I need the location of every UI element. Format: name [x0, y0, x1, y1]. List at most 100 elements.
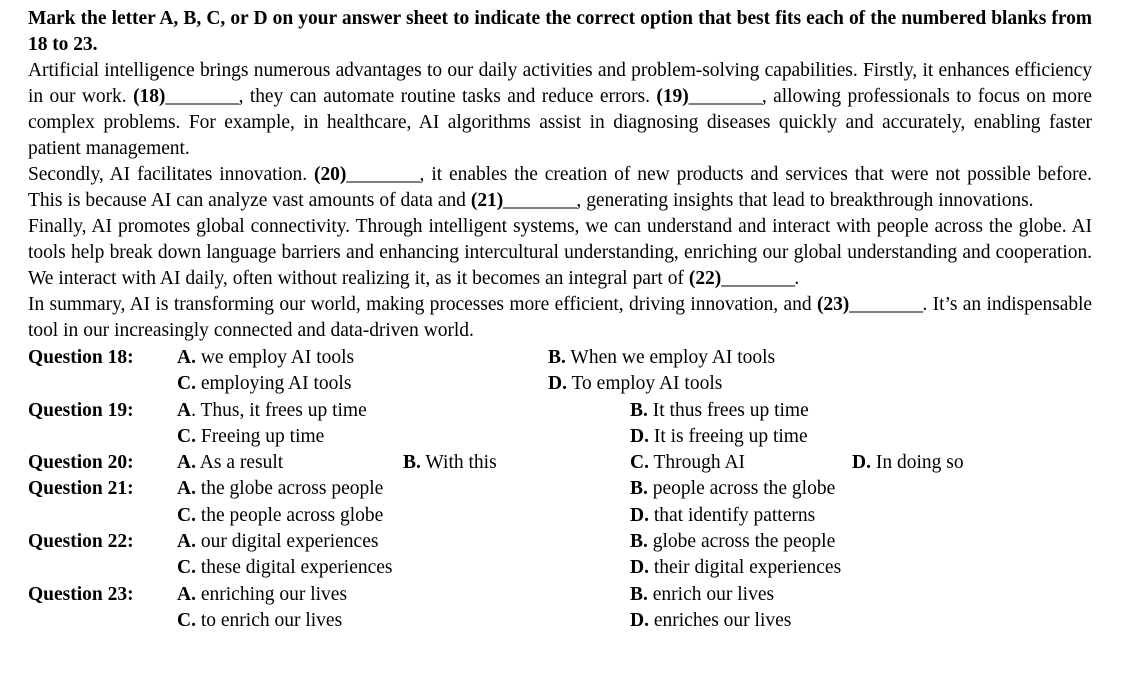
- question-row-18: Question 18: A. we employ AI tools B. Wh…: [28, 345, 1092, 371]
- option-21-b[interactable]: B. people across the globe: [630, 476, 835, 502]
- question-row-19: Question 19: A. Thus, it frees up time B…: [28, 398, 1092, 424]
- option-18-b[interactable]: B. When we employ AI tools: [548, 345, 775, 371]
- option-text: enriches our lives: [653, 609, 792, 631]
- option-letter: B.: [548, 347, 566, 368]
- option-text: Freeing up time: [200, 425, 325, 447]
- question-row-22: Question 22: A. our digital experiences …: [28, 529, 1092, 555]
- option-21-c[interactable]: C. the people across globe: [177, 503, 383, 529]
- question-label-18: Question 18:: [28, 347, 134, 368]
- option-22-b[interactable]: B. globe across the people: [630, 529, 835, 555]
- option-18-d[interactable]: D. To employ AI tools: [548, 371, 722, 397]
- option-19-b[interactable]: B. It thus frees up time: [630, 398, 809, 424]
- option-19-c[interactable]: C. Freeing up time: [177, 424, 324, 450]
- passage-text: In summary, AI is transforming our world…: [28, 294, 817, 315]
- option-letter: B.: [630, 531, 648, 553]
- question-row-23: Question 23: A. enriching our lives B. e…: [28, 582, 1092, 608]
- option-letter: C.: [177, 557, 196, 579]
- option-text: When we employ AI tools: [570, 347, 776, 368]
- blank-tag-20: (20): [314, 164, 347, 185]
- option-18-a[interactable]: A. we employ AI tools: [177, 345, 354, 371]
- blank-tag-19: (19): [656, 86, 689, 107]
- passage-paragraph-1: Artificial intelligence brings numerous …: [28, 58, 1092, 162]
- option-22-d[interactable]: D. their digital experiences: [630, 555, 841, 581]
- option-23-b[interactable]: B. enrich our lives: [630, 582, 774, 608]
- option-letter: C.: [177, 373, 196, 395]
- passage-text: , generating insights that lead to break…: [576, 190, 1034, 211]
- option-letter: D.: [630, 609, 649, 631]
- option-text: these digital experiences: [200, 557, 393, 579]
- document-content: Mark the letter A, B, C, or D on your an…: [28, 6, 1092, 634]
- question-row-23-second: C. to enrich our lives D. enriches our l…: [28, 608, 1092, 634]
- blank-line-23: ________: [849, 294, 923, 315]
- option-text: enrich our lives: [652, 583, 775, 605]
- option-letter: C.: [177, 609, 196, 631]
- document-page: Mark the letter A, B, C, or D on your an…: [0, 0, 1139, 691]
- question-row-21: Question 21: A. the globe across people …: [28, 476, 1092, 502]
- option-letter: B.: [630, 399, 648, 421]
- option-letter: C.: [177, 504, 196, 526]
- option-text: As a result: [199, 452, 284, 474]
- option-letter: B.: [630, 478, 648, 500]
- option-letter: D.: [630, 557, 649, 579]
- question-row-20: Question 20: A. As a result B. With this…: [28, 450, 1092, 476]
- option-letter: A.: [177, 478, 196, 500]
- option-text: the globe across people: [200, 478, 384, 500]
- option-text: we employ AI tools: [200, 347, 355, 368]
- option-20-b[interactable]: B. With this: [403, 450, 497, 476]
- question-label-23: Question 23:: [28, 583, 134, 605]
- option-letter: D.: [630, 425, 649, 447]
- blank-tag-23: (23): [816, 294, 850, 315]
- option-text: their digital experiences: [653, 557, 842, 579]
- option-text: our digital experiences: [200, 531, 379, 553]
- question-label-22: Question 22:: [28, 531, 134, 553]
- option-text: Through AI: [653, 452, 746, 474]
- blank-tag-22: (22): [688, 268, 722, 289]
- passage-text: .: [794, 268, 800, 289]
- option-text: enriching our lives: [200, 583, 348, 605]
- option-19-d[interactable]: D. It is freeing up time: [630, 424, 808, 450]
- blank-tag-18: (18): [133, 86, 166, 107]
- option-text: In doing so: [875, 452, 964, 474]
- blank-line-18: ________: [165, 86, 239, 107]
- option-letter: C.: [177, 425, 196, 447]
- blank-tag-21: (21): [470, 190, 504, 211]
- option-19-a[interactable]: A. Thus, it frees up time: [177, 398, 367, 424]
- option-text: With this: [425, 452, 497, 474]
- option-text: globe across the people: [652, 531, 836, 553]
- instruction-heading: Mark the letter A, B, C, or D on your an…: [28, 8, 1092, 55]
- option-letter: D.: [852, 452, 871, 474]
- passage-text: Secondly, AI facilitates innovation.: [28, 164, 315, 185]
- question-row-19-second: C. Freeing up time D. It is freeing up t…: [28, 424, 1092, 450]
- option-text: To employ AI tools: [571, 373, 723, 395]
- option-23-c[interactable]: C. to enrich our lives: [177, 608, 342, 634]
- option-letter: A: [177, 399, 192, 421]
- option-20-d[interactable]: D. In doing so: [852, 450, 964, 476]
- option-letter: B.: [630, 583, 648, 605]
- questions-list: Question 18: A. we employ AI tools B. Wh…: [28, 345, 1092, 634]
- option-20-a[interactable]: A. As a result: [177, 450, 283, 476]
- option-letter: A.: [177, 452, 196, 474]
- question-label-21: Question 21:: [28, 478, 134, 500]
- blank-line-22: ________: [721, 268, 795, 289]
- option-letter: A.: [177, 583, 196, 605]
- passage-text: , they can automate routine tasks and re…: [238, 86, 657, 107]
- option-22-c[interactable]: C. these digital experiences: [177, 555, 393, 581]
- option-letter: A.: [177, 531, 196, 553]
- option-text: to enrich our lives: [200, 609, 343, 631]
- option-letter: D.: [548, 373, 567, 395]
- option-letter: A.: [177, 347, 196, 368]
- option-text: . Thus, it frees up time: [191, 399, 367, 421]
- option-21-a[interactable]: A. the globe across people: [177, 476, 383, 502]
- option-22-a[interactable]: A. our digital experiences: [177, 529, 378, 555]
- blank-line-21: ________: [503, 190, 577, 211]
- option-21-d[interactable]: D. that identify patterns: [630, 503, 815, 529]
- option-23-d[interactable]: D. enriches our lives: [630, 608, 791, 634]
- option-text: It is freeing up time: [653, 425, 808, 447]
- blank-line-19: ________: [688, 86, 763, 107]
- option-20-c[interactable]: C. Through AI: [630, 450, 745, 476]
- option-letter: B.: [403, 452, 421, 474]
- option-18-c[interactable]: C. employing AI tools: [177, 371, 351, 397]
- option-23-a[interactable]: A. enriching our lives: [177, 582, 347, 608]
- question-label-20: Question 20:: [28, 452, 134, 474]
- option-text: It thus frees up time: [652, 399, 809, 421]
